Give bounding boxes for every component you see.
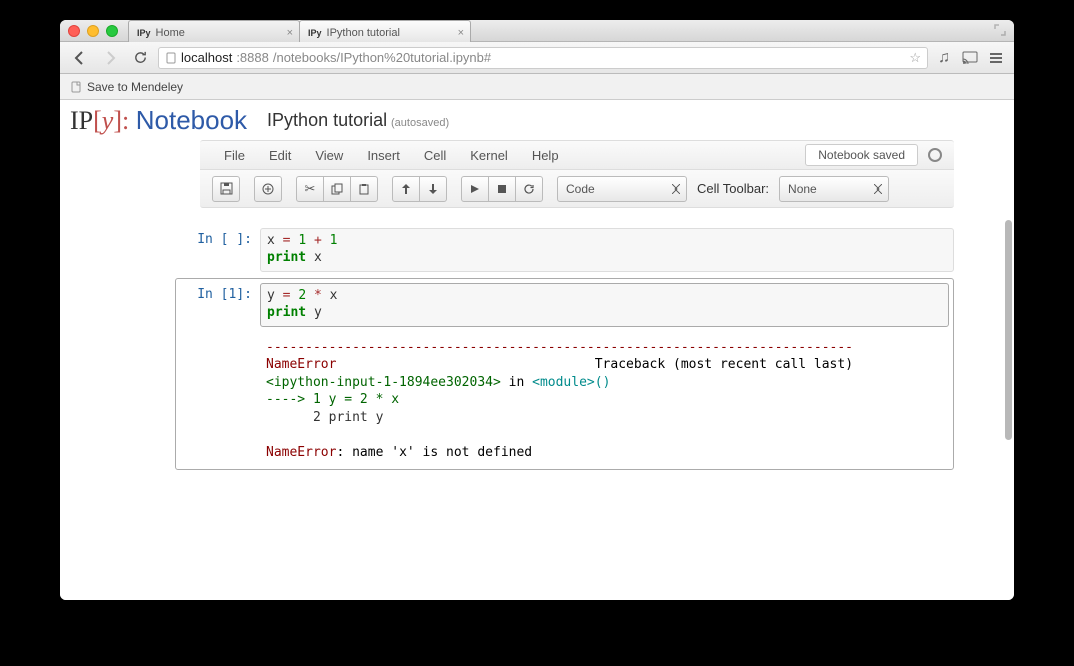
browser-tab-tutorial[interactable]: IPy IPython tutorial ×: [299, 20, 471, 42]
page-icon: [165, 52, 177, 64]
browser-window: IPy Home × IPy IPython tutorial × localh…: [60, 20, 1014, 600]
menu-cell[interactable]: Cell: [412, 142, 458, 169]
move-up-button[interactable]: [392, 176, 420, 202]
restart-button[interactable]: [515, 176, 543, 202]
window-titlebar: IPy Home × IPy IPython tutorial ×: [60, 20, 1014, 42]
logo-ip: IP: [70, 106, 93, 135]
notification-area: Notebook saved: [805, 144, 918, 166]
cut-copy-paste-group: ✂: [296, 176, 378, 202]
error-output: ----------------------------------------…: [260, 335, 949, 466]
page-content: IP[y]: Notebook IPython tutorial (autosa…: [60, 100, 1014, 600]
browser-toolbar: localhost :8888/notebooks/IPython%20tutor…: [60, 42, 1014, 74]
forward-button[interactable]: [98, 46, 122, 70]
input-prompt: In [ ]:: [180, 228, 260, 272]
logo-notebook: Notebook: [136, 105, 247, 135]
tab-favicon: IPy: [308, 28, 322, 38]
tab-strip: IPy Home × IPy IPython tutorial ×: [128, 20, 470, 42]
stop-button[interactable]: [488, 176, 516, 202]
cell-type-select[interactable]: Code: [557, 176, 687, 202]
output-prompt: [180, 335, 260, 466]
insert-cell-button[interactable]: [254, 176, 282, 202]
cast-icon[interactable]: [960, 48, 980, 68]
zoom-window-button[interactable]: [106, 25, 118, 37]
logo-y: y: [102, 106, 114, 135]
code-input[interactable]: y = 2 * x print y: [260, 283, 949, 327]
tab-close-icon[interactable]: ×: [458, 27, 464, 39]
back-button[interactable]: [68, 46, 92, 70]
music-icon[interactable]: ♫: [934, 48, 954, 68]
notebook-title[interactable]: IPython tutorial: [267, 110, 387, 130]
scrollbar-thumb[interactable]: [1005, 220, 1012, 440]
move-down-button[interactable]: [419, 176, 447, 202]
copy-button[interactable]: [323, 176, 351, 202]
tab-title: Home: [156, 27, 185, 39]
cut-button[interactable]: ✂: [296, 176, 324, 202]
menu-file[interactable]: File: [212, 142, 257, 169]
autosave-status: (autosaved): [391, 117, 449, 129]
notebook-toolbar: ✂ Code Cell Toolbar: None: [200, 170, 954, 208]
menubar: File Edit View Insert Cell Kernel Help N…: [200, 140, 954, 170]
logo-bracket-open: [: [93, 106, 102, 135]
logo-bracket-close: ]:: [113, 106, 129, 135]
bookmark-star-icon[interactable]: ☆: [909, 50, 921, 66]
browser-tab-home[interactable]: IPy Home ×: [128, 20, 300, 42]
cell-toolbar-label: Cell Toolbar:: [697, 181, 769, 196]
bookmark-page-icon: [70, 81, 82, 93]
kernel-indicator-icon: [928, 148, 942, 162]
url-host: localhost: [181, 50, 232, 65]
ipython-logo[interactable]: IP[y]: Notebook: [70, 105, 247, 136]
fullscreen-icon[interactable]: [994, 24, 1006, 36]
notebook-body: In [ ]: x = 1 + 1 print x In [1]: y = 2 …: [60, 208, 1014, 496]
url-port: :8888: [236, 50, 269, 65]
bookmarks-bar: Save to Mendeley: [60, 74, 1014, 100]
code-cell-selected[interactable]: In [1]: y = 2 * x print y --------------…: [175, 278, 954, 471]
code-cell[interactable]: In [ ]: x = 1 + 1 print x: [180, 228, 954, 272]
tab-title: IPython tutorial: [327, 27, 400, 39]
run-button[interactable]: [461, 176, 489, 202]
tab-close-icon[interactable]: ×: [287, 27, 293, 39]
save-button[interactable]: [212, 176, 240, 202]
traffic-lights: [68, 25, 118, 37]
menu-insert[interactable]: Insert: [355, 142, 412, 169]
menu-icon[interactable]: [986, 48, 1006, 68]
notebook-header: IP[y]: Notebook IPython tutorial (autosa…: [60, 100, 1014, 140]
menu-help[interactable]: Help: [520, 142, 571, 169]
menu-edit[interactable]: Edit: [257, 142, 303, 169]
minimize-window-button[interactable]: [87, 25, 99, 37]
menu-kernel[interactable]: Kernel: [458, 142, 520, 169]
cell-toolbar-select[interactable]: None: [779, 176, 889, 202]
move-cell-group: [392, 176, 447, 202]
menu-view[interactable]: View: [303, 142, 355, 169]
run-group: [461, 176, 543, 202]
reload-button[interactable]: [128, 46, 152, 70]
tab-favicon: IPy: [137, 28, 151, 38]
url-path: /notebooks/IPython%20tutorial.ipynb#: [273, 50, 491, 65]
code-input[interactable]: x = 1 + 1 print x: [260, 228, 954, 272]
paste-button[interactable]: [350, 176, 378, 202]
address-bar[interactable]: localhost :8888/notebooks/IPython%20tutor…: [158, 47, 928, 69]
bookmark-item[interactable]: Save to Mendeley: [87, 80, 183, 94]
input-prompt: In [1]:: [180, 283, 260, 327]
close-window-button[interactable]: [68, 25, 80, 37]
